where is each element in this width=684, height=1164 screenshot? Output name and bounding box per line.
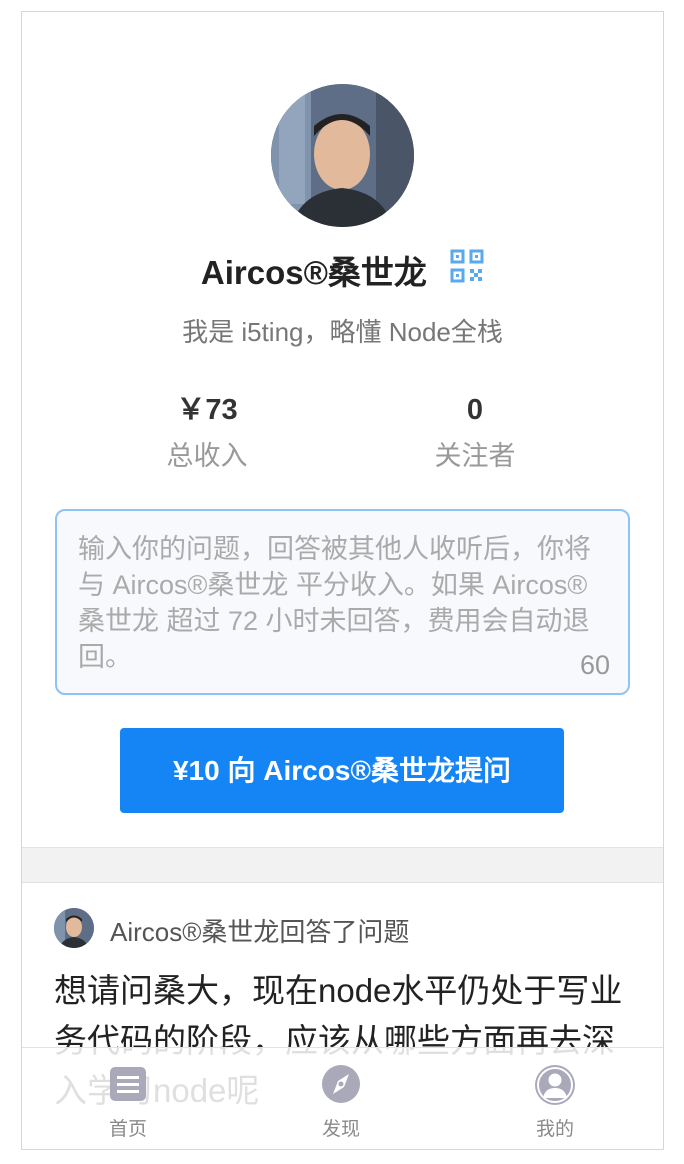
user-icon bbox=[495, 1064, 615, 1106]
compass-icon bbox=[281, 1064, 401, 1106]
ask-question-button[interactable]: ¥10 向 Aircos®桑世龙提问 bbox=[120, 728, 564, 813]
tab-home[interactable]: 首页 bbox=[68, 1064, 188, 1141]
question-input[interactable]: 输入你的问题，回答被其他人收听后，你将与 Aircos®桑世龙 平分收入。如果 … bbox=[55, 509, 630, 695]
char-counter: 60 bbox=[579, 650, 610, 680]
stat-followers-label: 关注者 bbox=[434, 441, 516, 471]
tab-home-label: 首页 bbox=[108, 1119, 147, 1140]
tab-discover-label: 发现 bbox=[321, 1119, 360, 1140]
stat-income-value: ￥73 bbox=[176, 394, 238, 426]
profile-section: Aircos®桑世龙 我是 i5ting，略懂 Node全栈 ￥73 总收入 0… bbox=[22, 12, 663, 847]
section-divider bbox=[22, 847, 663, 883]
profile-name-row: Aircos®桑世龙 bbox=[22, 249, 663, 296]
stat-followers-value: 0 bbox=[466, 394, 484, 426]
feed-item-header: Aircos®桑世龙回答了问题 bbox=[54, 908, 614, 948]
profile-bio: 我是 i5ting，略懂 Node全栈 bbox=[182, 317, 503, 347]
app-frame: Aircos®桑世龙 我是 i5ting，略懂 Node全栈 ￥73 总收入 0… bbox=[21, 11, 664, 1150]
feed-item-action: Aircos®桑世龙回答了问题 bbox=[110, 917, 410, 947]
home-list-icon bbox=[68, 1064, 188, 1106]
profile-name: Aircos®桑世龙 bbox=[200, 254, 427, 291]
tab-mine-label: 我的 bbox=[535, 1119, 574, 1140]
qr-code-icon[interactable] bbox=[450, 249, 484, 295]
tab-mine[interactable]: 我的 bbox=[495, 1064, 615, 1141]
stat-followers[interactable]: 0 关注者 bbox=[365, 392, 585, 473]
avatar-photo bbox=[271, 84, 414, 227]
avatar[interactable] bbox=[54, 908, 94, 948]
question-input-placeholder: 输入你的问题，回答被其他人收听后，你将与 Aircos®桑世龙 平分收入。如果 … bbox=[78, 534, 591, 672]
stat-income-label: 总收入 bbox=[166, 441, 248, 471]
stat-income: ￥73 总收入 bbox=[97, 392, 317, 473]
tab-discover[interactable]: 发现 bbox=[281, 1064, 401, 1141]
avatar[interactable] bbox=[271, 84, 414, 227]
bottom-tab-bar: 首页 发现 我的 bbox=[22, 1047, 663, 1149]
